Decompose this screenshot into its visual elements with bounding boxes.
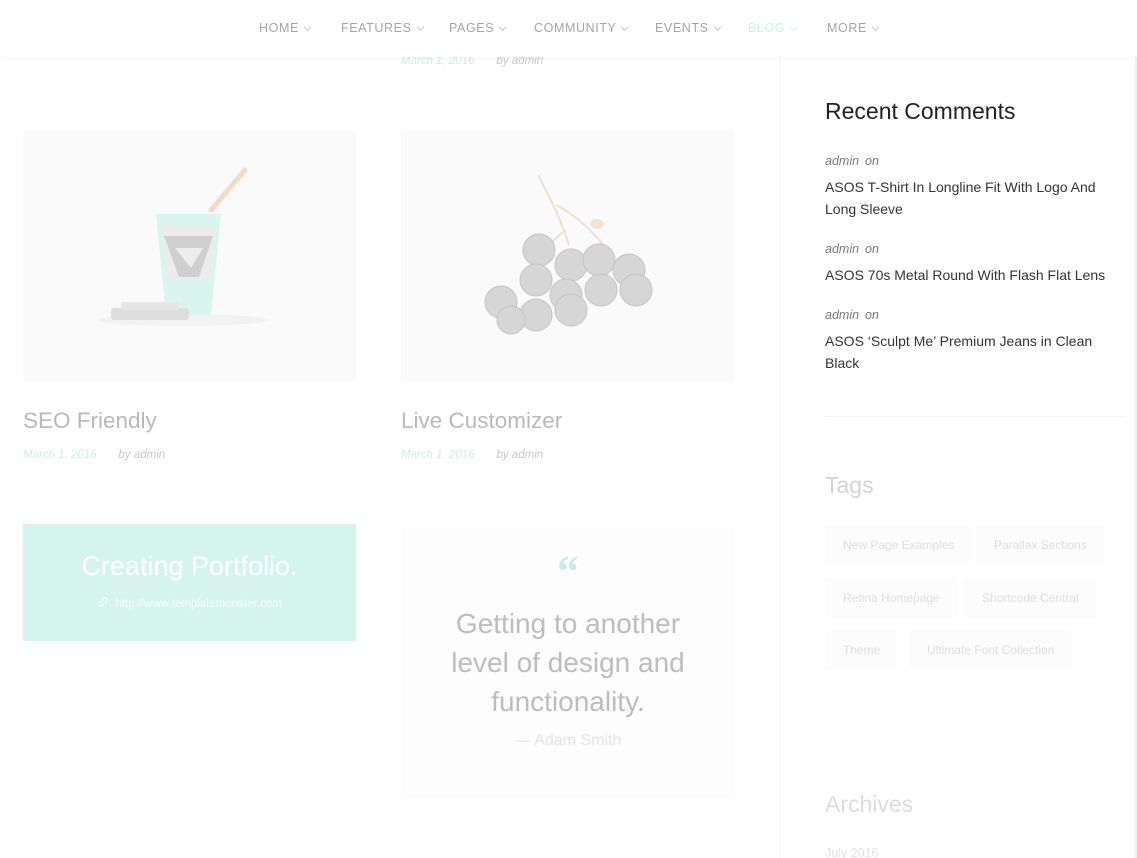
comment-author: admin on — [825, 154, 879, 168]
comment-post-link[interactable]: ASOS ‘Sculpt Me’ Premium Jeans in Clean … — [825, 330, 1125, 374]
comment-author: admin on — [825, 308, 879, 322]
chevron-down-icon — [713, 24, 722, 33]
tag-item[interactable]: Theme — [825, 630, 899, 670]
comment-on: on — [865, 308, 879, 322]
nav-item-label: BLOG — [748, 21, 786, 35]
portfolio-link[interactable]: http://www.templatemonster.com — [23, 596, 356, 611]
nav-item-community[interactable]: COMMUNITY — [534, 21, 629, 35]
berries-icon — [484, 174, 653, 335]
nav-item-label: EVENTS — [655, 21, 709, 35]
nav-item-pages[interactable]: PAGES — [449, 21, 507, 35]
quote-icon: “ — [557, 547, 579, 596]
recent-comments-title: Recent Comments — [825, 98, 1016, 124]
nav-item-label: FEATURES — [341, 21, 412, 35]
nav-item-label: HOME — [259, 21, 299, 35]
comment-on: on — [865, 154, 879, 168]
widget-divider — [825, 416, 1125, 417]
coffee-cup-icon — [98, 167, 268, 326]
link-icon — [97, 596, 109, 611]
nav-item-events[interactable]: EVENTS — [655, 21, 722, 35]
tags-title: Tags — [825, 472, 874, 498]
post-meta: March 1, 2016 by admin — [23, 449, 165, 461]
nav-item-more[interactable]: MORE — [827, 21, 880, 35]
post-meta: March 1, 2016 by admin — [401, 449, 543, 461]
top-navigation: HOME FEATURES PAGES COMMUNITY EVENTS BLO… — [0, 0, 1137, 57]
comment-post-link[interactable]: ASOS 70s Metal Round With Flash Flat Len… — [825, 264, 1125, 286]
nav-item-label: COMMUNITY — [534, 21, 617, 35]
post-date[interactable]: March 1, 2016 — [401, 449, 475, 461]
nav-item-blog[interactable]: BLOG — [748, 21, 798, 35]
chevron-down-icon — [871, 24, 880, 33]
post-thumbnail[interactable] — [23, 130, 356, 382]
comment-author-name[interactable]: admin — [825, 242, 859, 256]
post-author[interactable]: by admin — [119, 449, 166, 461]
archive-item[interactable]: July 2016 — [825, 846, 879, 858]
quote-card: “ Getting to another level of design and… — [401, 524, 735, 798]
tag-item[interactable]: Parallax Sections — [976, 525, 1105, 565]
portfolio-title: Creating Portfolio. — [81, 551, 298, 581]
post-thumbnail[interactable] — [401, 130, 734, 382]
post-date[interactable]: March 1, 2016 — [23, 449, 97, 461]
comment-author: admin on — [825, 242, 879, 256]
nav-item-home[interactable]: HOME — [259, 21, 312, 35]
portfolio-card[interactable]: Creating Portfolio. http://www.templatem… — [23, 524, 356, 641]
nav-item-label: MORE — [827, 21, 867, 35]
comment-on: on — [865, 242, 879, 256]
archives-title: Archives — [825, 791, 914, 817]
tag-item[interactable]: New Page Examples — [825, 525, 973, 565]
chevron-down-icon — [498, 24, 507, 33]
post-author[interactable]: by admin — [497, 449, 544, 461]
tag-item[interactable]: Shortcode Central — [964, 578, 1097, 618]
post-title[interactable]: Live Customizer — [401, 408, 562, 434]
tag-item[interactable]: Retina Homepage — [825, 578, 958, 618]
post-title[interactable]: SEO Friendly — [23, 408, 157, 434]
comment-author-name[interactable]: admin — [825, 308, 859, 322]
column-divider — [780, 57, 781, 858]
nav-item-label: PAGES — [449, 21, 495, 35]
chevron-down-icon — [416, 24, 425, 33]
nav-menu: HOME FEATURES PAGES COMMUNITY EVENTS BLO… — [0, 0, 1137, 57]
quote-author: — Adam Smith — [514, 732, 622, 749]
chevron-down-icon — [620, 24, 629, 33]
chevron-down-icon — [789, 24, 798, 33]
comment-post-link[interactable]: ASOS T-Shirt In Longline Fit With Logo A… — [825, 176, 1125, 220]
comment-author-name[interactable]: admin — [825, 154, 859, 168]
nav-item-features[interactable]: FEATURES — [341, 21, 425, 35]
tag-item[interactable]: Ultimate Font Collection — [909, 630, 1073, 670]
portfolio-link-text: http://www.templatemonster.com — [115, 597, 282, 610]
quote-text: Getting to another level of design and f… — [451, 608, 685, 717]
chevron-down-icon — [303, 24, 312, 33]
